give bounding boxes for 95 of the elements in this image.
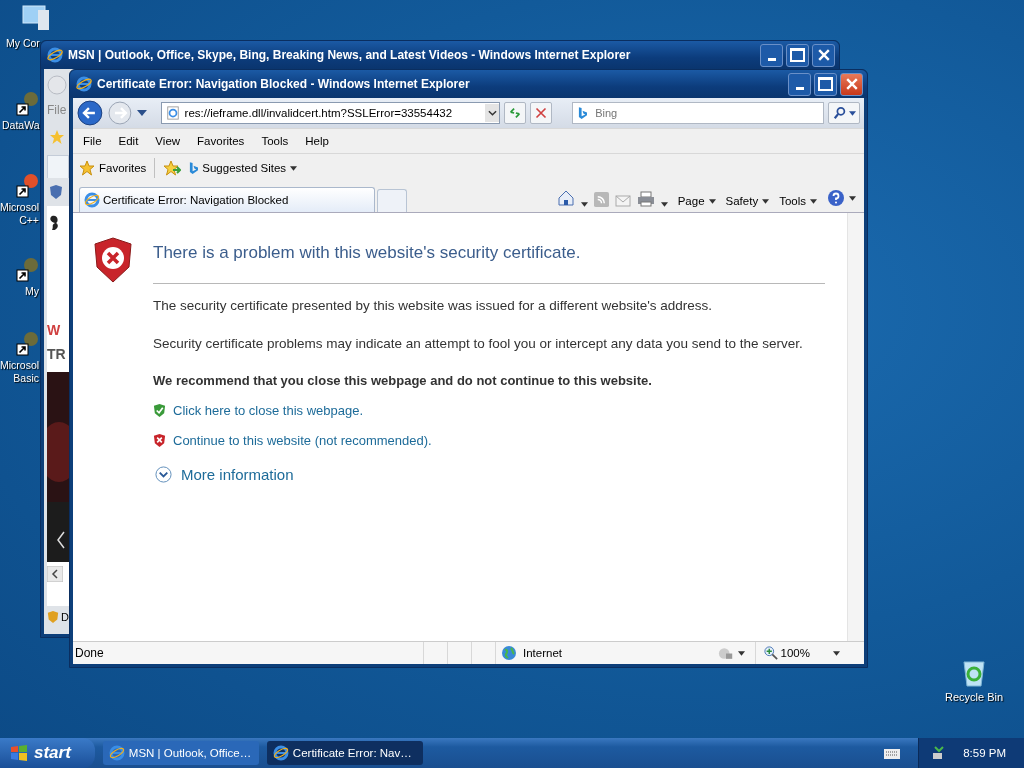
status-text: D bbox=[61, 611, 69, 623]
shortcut-icon[interactable] bbox=[16, 256, 38, 282]
caret-icon bbox=[848, 110, 856, 116]
menu-item[interactable]: View bbox=[155, 135, 181, 147]
menu-item[interactable]: Help bbox=[305, 135, 329, 147]
maximize-button[interactable] bbox=[814, 72, 837, 96]
printer-icon[interactable] bbox=[636, 191, 655, 207]
link[interactable]: Continue to this website (not recommended). bbox=[173, 433, 432, 448]
refresh-icon bbox=[508, 106, 523, 120]
chevron-down-icon bbox=[487, 110, 497, 116]
headline-text: TR bbox=[47, 346, 66, 362]
browser-icon bbox=[47, 47, 63, 63]
headline-text: W bbox=[47, 322, 61, 338]
status-text: Done bbox=[74, 646, 105, 660]
window-title: Certificate Error: Navigation Blocked - Windows Internet Explorer bbox=[97, 77, 471, 91]
shield-icon bbox=[49, 184, 63, 200]
close-icon bbox=[817, 49, 830, 61]
page-heading: There is a problem with this website's security certificate. bbox=[153, 242, 582, 264]
recommendation-text: We recommend that you close this webpage and do not continue to this website. bbox=[153, 373, 653, 388]
help-button[interactable] bbox=[827, 189, 856, 207]
stop-button[interactable] bbox=[530, 102, 553, 124]
zoom-icon bbox=[763, 646, 778, 660]
command-button[interactable]: Tools bbox=[779, 195, 817, 207]
shortcut-icon[interactable] bbox=[16, 330, 38, 356]
home-icon[interactable] bbox=[556, 189, 575, 207]
paragraph: Security certificate problems may indicate an attempt to fool you or intercept any data you send to the server. bbox=[153, 335, 804, 353]
windows-flag-icon bbox=[10, 744, 28, 762]
keyboard-icon[interactable] bbox=[884, 747, 901, 759]
scroll-left-icon[interactable] bbox=[47, 566, 63, 582]
search-button[interactable] bbox=[828, 102, 860, 124]
browser-tab[interactable]: Certificate Error: Navigation Blocked bbox=[79, 187, 375, 212]
shield-icon bbox=[153, 403, 166, 418]
menu-item[interactable]: Favorites bbox=[197, 135, 245, 147]
star-icon bbox=[79, 160, 95, 176]
bing-icon bbox=[189, 161, 199, 175]
zoom-button[interactable]: 100% bbox=[754, 642, 864, 664]
scrollbar[interactable] bbox=[847, 213, 864, 641]
shield-icon bbox=[153, 433, 166, 448]
desktop-icon-label[interactable]: My Cor bbox=[6, 37, 40, 50]
browser-icon bbox=[272, 745, 289, 761]
expand-icon[interactable] bbox=[155, 466, 172, 483]
search-field[interactable]: Bing bbox=[572, 102, 825, 124]
caret-icon bbox=[762, 198, 770, 204]
caret-icon bbox=[833, 650, 840, 656]
help-icon bbox=[827, 189, 845, 207]
start-button[interactable]: start bbox=[0, 738, 95, 768]
caret-icon bbox=[708, 198, 716, 204]
caret-icon bbox=[290, 165, 298, 171]
taskbar-button[interactable]: MSN | Outlook, Office… bbox=[102, 741, 259, 765]
shield-icon bbox=[47, 610, 59, 624]
add-favorite-icon[interactable] bbox=[163, 160, 182, 176]
maximize-button[interactable] bbox=[786, 43, 809, 67]
shortcut-icon[interactable] bbox=[16, 172, 38, 198]
dropdown-button[interactable] bbox=[485, 104, 500, 122]
address-field[interactable]: res://ieframe.dll/invalidcert.htm?SSLError=33554432 bbox=[160, 102, 501, 124]
browser-icon bbox=[84, 192, 100, 208]
caret-icon bbox=[810, 198, 817, 204]
minimize-button[interactable] bbox=[760, 43, 783, 67]
globe-icon bbox=[501, 645, 517, 661]
close-button[interactable] bbox=[840, 72, 863, 96]
zone-indicator: Internet bbox=[495, 642, 562, 664]
star-icon[interactable] bbox=[49, 129, 65, 145]
menu-item[interactable]: File bbox=[83, 135, 102, 147]
taskbar-button[interactable]: Certificate Error: Nav… bbox=[266, 741, 423, 765]
desktop-icon-label[interactable]: Recycle Bin bbox=[944, 691, 1004, 704]
desktop-icon-label[interactable]: My bbox=[25, 285, 39, 298]
caret-icon[interactable] bbox=[136, 110, 147, 116]
page-icon bbox=[165, 106, 180, 120]
shortcut-icon[interactable] bbox=[16, 90, 38, 116]
error-shield-icon bbox=[94, 237, 132, 283]
close-icon bbox=[535, 107, 548, 119]
bing-icon bbox=[578, 107, 588, 120]
link[interactable]: Click here to close this webpage. bbox=[173, 403, 364, 418]
browser-icon bbox=[108, 745, 125, 761]
search-icon bbox=[832, 106, 847, 120]
close-button[interactable] bbox=[812, 43, 835, 67]
more-information-link[interactable]: More information bbox=[181, 466, 294, 483]
paragraph: The security certificate presented by this website was issued for a different website's address. bbox=[153, 297, 714, 315]
desktop-icon-label[interactable]: Microsol C++ bbox=[0, 201, 39, 227]
caret-icon bbox=[737, 650, 745, 656]
command-button[interactable]: Page bbox=[677, 195, 716, 207]
clock: 8:59 PM bbox=[963, 747, 1006, 759]
desktop-icon-label[interactable]: Microsol Basic bbox=[0, 359, 39, 385]
suggested-sites-button[interactable]: Suggested Sites bbox=[189, 161, 298, 175]
desktop-icon-label[interactable]: DataWa bbox=[2, 119, 40, 132]
command-button[interactable]: Safety bbox=[725, 195, 770, 207]
back-button[interactable] bbox=[77, 100, 103, 126]
menu-item[interactable]: Edit bbox=[118, 135, 139, 147]
minimize-button[interactable] bbox=[788, 72, 811, 96]
menu-item[interactable]: Tools bbox=[261, 135, 289, 147]
favorites-button[interactable]: Favorites bbox=[79, 160, 147, 176]
window-title: MSN | Outlook, Office, Skype, Bing, Breaking News, and Latest Videos - Windows Internet Explorer bbox=[68, 48, 632, 62]
caret-icon bbox=[849, 195, 856, 201]
browser-icon bbox=[76, 76, 92, 92]
close-icon bbox=[845, 78, 858, 90]
